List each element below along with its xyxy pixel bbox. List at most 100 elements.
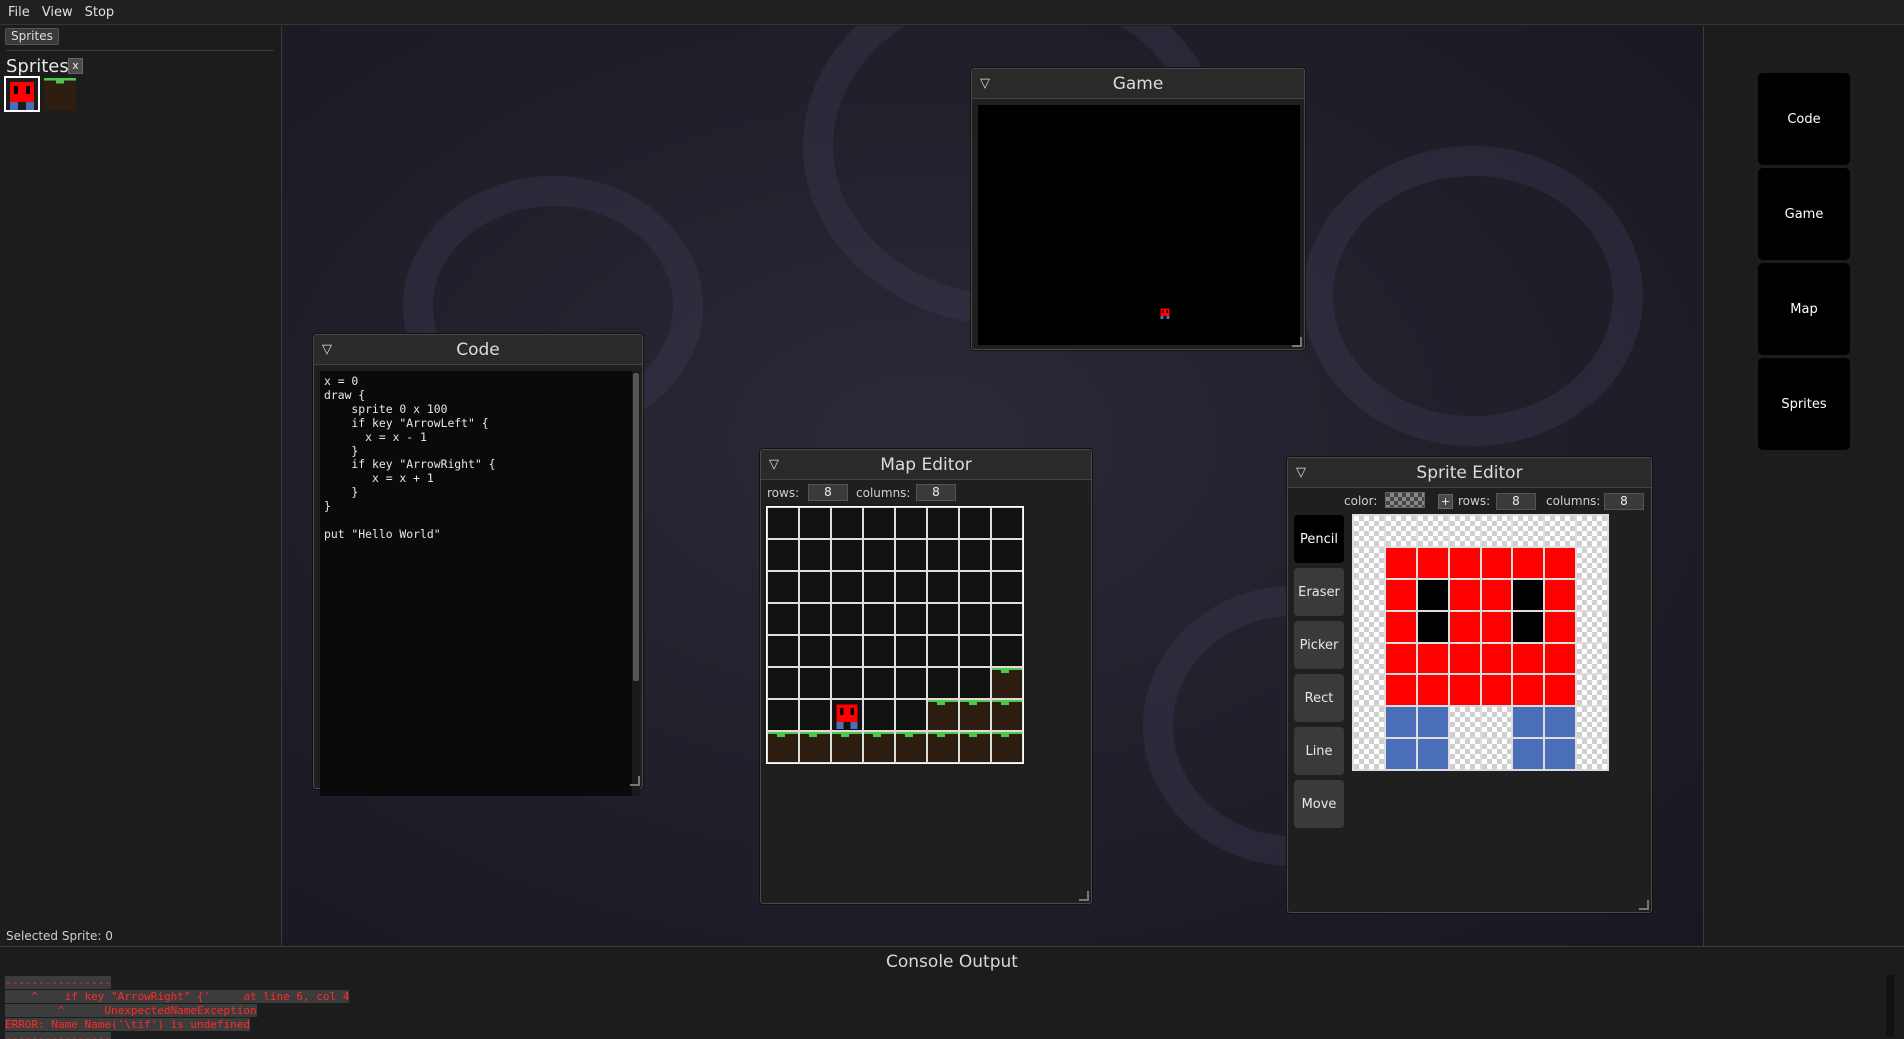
- map-editor-titlebar[interactable]: ▽ Map Editor: [761, 450, 1091, 480]
- console-scrollbar[interactable]: [1886, 975, 1894, 1037]
- map-cell-grass[interactable]: [767, 731, 799, 763]
- map-cell-grass[interactable]: [991, 699, 1023, 731]
- game-screen[interactable]: [978, 105, 1300, 345]
- map-cell-grass[interactable]: [991, 667, 1023, 699]
- sprite-pixel[interactable]: [1448, 706, 1481, 739]
- sprite-pixel[interactable]: [1448, 674, 1481, 707]
- pencil-tool-button[interactable]: Pencil: [1294, 515, 1344, 563]
- map-cell[interactable]: [927, 539, 959, 571]
- sprite-pixel[interactable]: [1480, 642, 1513, 675]
- sprite-pixel[interactable]: [1480, 515, 1513, 547]
- map-cell[interactable]: [767, 667, 799, 699]
- sprite-columns-input[interactable]: 8: [1604, 493, 1644, 510]
- code-editor[interactable]: x = 0 draw { sprite 0 x 100 if key "Arro…: [320, 371, 634, 796]
- map-rows-input[interactable]: 8: [808, 484, 848, 501]
- map-cell-grass[interactable]: [799, 731, 831, 763]
- map-cell[interactable]: [831, 667, 863, 699]
- open-game-button[interactable]: Game: [1758, 168, 1850, 260]
- map-cell[interactable]: [799, 699, 831, 731]
- sprite-pixel[interactable]: [1576, 610, 1608, 643]
- sprite-pixel[interactable]: [1448, 738, 1481, 770]
- eraser-tool-button[interactable]: Eraser: [1294, 568, 1344, 616]
- sprite-pixel[interactable]: [1544, 578, 1577, 611]
- open-sprites-button[interactable]: Sprites: [1758, 358, 1850, 450]
- map-cell[interactable]: [991, 507, 1023, 539]
- sprite-pixel[interactable]: [1353, 674, 1385, 707]
- map-cell[interactable]: [831, 539, 863, 571]
- map-cell[interactable]: [799, 603, 831, 635]
- sprite-pixel[interactable]: [1512, 515, 1545, 547]
- sprite-pixel[interactable]: [1576, 546, 1608, 579]
- sprite-pixel[interactable]: [1416, 578, 1449, 611]
- sprite-pixel[interactable]: [1512, 610, 1545, 643]
- sprite-pixel[interactable]: [1384, 674, 1417, 707]
- sprite-pixel[interactable]: [1512, 578, 1545, 611]
- sprite-pixel[interactable]: [1512, 674, 1545, 707]
- map-cell[interactable]: [767, 507, 799, 539]
- sprite-pixel[interactable]: [1512, 642, 1545, 675]
- map-cell[interactable]: [927, 635, 959, 667]
- code-scrollbar-thumb[interactable]: [633, 373, 639, 681]
- sprite-pixel[interactable]: [1353, 642, 1385, 675]
- sprite-pixel[interactable]: [1480, 546, 1513, 579]
- map-cell-grass[interactable]: [863, 731, 895, 763]
- sprite-pixel[interactable]: [1416, 706, 1449, 739]
- sprite-rows-input[interactable]: 8: [1496, 493, 1536, 510]
- line-tool-button[interactable]: Line: [1294, 727, 1344, 775]
- map-cell-player[interactable]: [831, 699, 863, 731]
- map-cell[interactable]: [863, 539, 895, 571]
- map-cell[interactable]: [991, 571, 1023, 603]
- map-cell[interactable]: [895, 635, 927, 667]
- sprite-pixel[interactable]: [1544, 546, 1577, 579]
- map-cell[interactable]: [895, 603, 927, 635]
- sprite-pixel[interactable]: [1416, 610, 1449, 643]
- rect-tool-button[interactable]: Rect: [1294, 674, 1344, 722]
- menu-view[interactable]: View: [38, 5, 81, 20]
- sprite-pixel[interactable]: [1512, 546, 1545, 579]
- map-cell[interactable]: [799, 635, 831, 667]
- map-cell[interactable]: [895, 507, 927, 539]
- map-cell[interactable]: [927, 603, 959, 635]
- resize-handle-icon[interactable]: [1639, 900, 1649, 910]
- map-cell[interactable]: [895, 667, 927, 699]
- map-cell[interactable]: [959, 507, 991, 539]
- map-cell[interactable]: [927, 571, 959, 603]
- sprite-pixel[interactable]: [1353, 706, 1385, 739]
- map-cell-grass[interactable]: [831, 731, 863, 763]
- map-cell[interactable]: [863, 603, 895, 635]
- sprite-pixel-canvas[interactable]: [1352, 514, 1609, 771]
- map-cell[interactable]: [863, 667, 895, 699]
- sprite-pixel[interactable]: [1576, 674, 1608, 707]
- map-cell[interactable]: [927, 667, 959, 699]
- sprite-pixel[interactable]: [1384, 706, 1417, 739]
- sprite-pixel[interactable]: [1480, 706, 1513, 739]
- map-cell[interactable]: [895, 699, 927, 731]
- map-cell[interactable]: [959, 603, 991, 635]
- sprite-pixel[interactable]: [1512, 706, 1545, 739]
- map-cell[interactable]: [959, 667, 991, 699]
- map-cell[interactable]: [991, 603, 1023, 635]
- sprite-pixel[interactable]: [1480, 674, 1513, 707]
- map-cell[interactable]: [799, 507, 831, 539]
- open-code-button[interactable]: Code: [1758, 73, 1850, 165]
- sprite-pixel[interactable]: [1416, 738, 1449, 770]
- move-tool-button[interactable]: Move: [1294, 780, 1344, 828]
- map-cell[interactable]: [863, 571, 895, 603]
- sprite-pixel[interactable]: [1384, 642, 1417, 675]
- sprite-pixel[interactable]: [1576, 642, 1608, 675]
- menu-file[interactable]: File: [4, 5, 38, 20]
- sprite-pixel[interactable]: [1353, 578, 1385, 611]
- map-cell[interactable]: [959, 539, 991, 571]
- resize-handle-icon[interactable]: [1292, 337, 1302, 347]
- map-cell-grass[interactable]: [991, 731, 1023, 763]
- sprite-pixel[interactable]: [1384, 578, 1417, 611]
- map-cell-grass[interactable]: [959, 699, 991, 731]
- code-window-titlebar[interactable]: ▽ Code: [314, 335, 642, 365]
- map-cell[interactable]: [895, 571, 927, 603]
- sprite-pixel[interactable]: [1416, 642, 1449, 675]
- sprite-thumbnail-0[interactable]: [4, 76, 40, 112]
- sprite-pixel[interactable]: [1448, 610, 1481, 643]
- sprite-pixel[interactable]: [1544, 706, 1577, 739]
- code-scrollbar[interactable]: [632, 371, 640, 796]
- sprites-close-button[interactable]: x: [68, 58, 83, 74]
